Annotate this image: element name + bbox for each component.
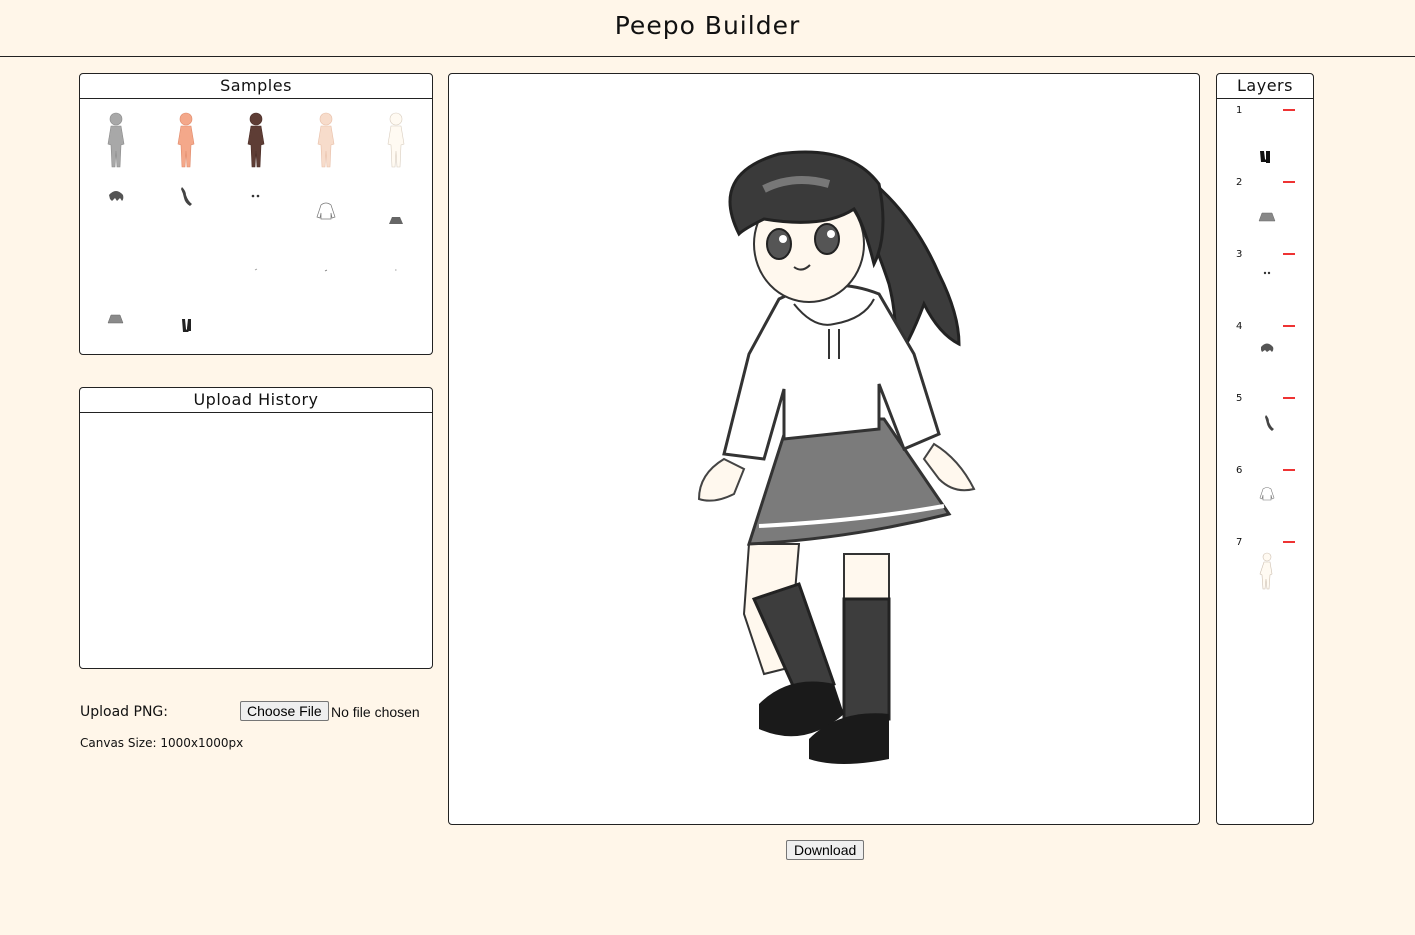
sample-base-light[interactable] (296, 105, 356, 175)
remove-layer-button[interactable] (1283, 325, 1295, 327)
sample-base-gray[interactable] (86, 105, 146, 175)
layer-item[interactable]: 2 (1217, 177, 1313, 249)
socks-icon (182, 319, 191, 332)
app-title: Peepo Builder (614, 11, 801, 40)
sample-socks-shoes[interactable] (156, 275, 216, 345)
file-status-text: No file chosen (331, 704, 420, 720)
upload-png-label: Upload PNG: (80, 704, 168, 720)
layer-item[interactable]: 3 (1217, 249, 1313, 321)
hoodie-icon (1247, 479, 1287, 531)
body-base-icon (1247, 551, 1287, 603)
sample-eyes[interactable] (226, 175, 286, 245)
sample-base-brown[interactable] (226, 105, 286, 175)
remove-layer-button[interactable] (1283, 181, 1295, 183)
skirt-icon (1247, 191, 1287, 243)
character-illustration (697, 150, 976, 764)
layer-number: 7 (1236, 537, 1243, 548)
remove-layer-button[interactable] (1283, 253, 1295, 255)
body-base-icon (247, 112, 265, 168)
mouth-icon (254, 268, 258, 271)
character-canvas[interactable] (448, 73, 1200, 825)
sample-hoodie[interactable] (296, 175, 356, 245)
remove-layer-button[interactable] (1283, 469, 1295, 471)
layer-item[interactable]: 6 (1217, 465, 1313, 537)
socks-icon (1247, 119, 1287, 171)
canvas-size-text: Canvas Size: 1000x1000px (80, 736, 244, 750)
choose-file-button[interactable]: Choose File (240, 701, 329, 721)
layer-number: 4 (1236, 321, 1243, 332)
sample-mouth-2[interactable] (296, 245, 356, 315)
layer-number: 1 (1236, 105, 1243, 116)
ponytail-icon (181, 187, 192, 206)
layer-number: 2 (1236, 177, 1243, 188)
upload-history-title: Upload History (80, 388, 432, 413)
layer-number: 6 (1236, 465, 1243, 476)
layers-title: Layers (1217, 74, 1313, 99)
hoodie-icon (316, 202, 336, 220)
mouth-icon (395, 269, 397, 271)
sample-hair-short[interactable] (86, 175, 146, 245)
hair-icon (109, 191, 124, 201)
layer-item[interactable]: 1 (1217, 105, 1313, 177)
layer-item[interactable]: 4 (1217, 321, 1313, 393)
sample-skirt-gray[interactable] (86, 275, 146, 345)
sample-mouth-1[interactable] (226, 245, 286, 315)
sample-mouth-3[interactable] (366, 245, 426, 315)
layer-item[interactable]: 5 (1217, 393, 1313, 465)
layers-panel: Layers 1 2 3 4 5 6 7 (1216, 73, 1314, 825)
upload-history-panel: Upload History (79, 387, 433, 669)
mouth-icon (324, 269, 328, 272)
body-base-icon (107, 112, 125, 168)
sample-base-peach[interactable] (156, 105, 216, 175)
sample-hair-ponytail[interactable] (156, 175, 216, 245)
sample-skirt-dark[interactable] (366, 175, 426, 245)
remove-layer-button[interactable] (1283, 109, 1295, 111)
hair-icon (1247, 335, 1287, 387)
body-base-icon (387, 112, 405, 168)
layer-number: 3 (1236, 249, 1243, 260)
app-header: Peepo Builder (0, 0, 1415, 57)
layer-item[interactable]: 7 (1217, 537, 1313, 609)
eyes-icon (1247, 263, 1287, 315)
skirt-icon (389, 217, 403, 224)
body-base-icon (177, 112, 195, 168)
layer-number: 5 (1236, 393, 1243, 404)
body-base-icon (317, 112, 335, 168)
sample-base-white[interactable] (366, 105, 426, 175)
ponytail-icon (1247, 407, 1287, 459)
remove-layer-button[interactable] (1283, 397, 1295, 399)
samples-title: Samples (80, 74, 432, 99)
remove-layer-button[interactable] (1283, 541, 1295, 543)
eyes-icon (251, 194, 260, 198)
download-button[interactable]: Download (786, 840, 865, 860)
samples-panel: Samples (79, 73, 433, 355)
skirt-icon (107, 314, 124, 324)
